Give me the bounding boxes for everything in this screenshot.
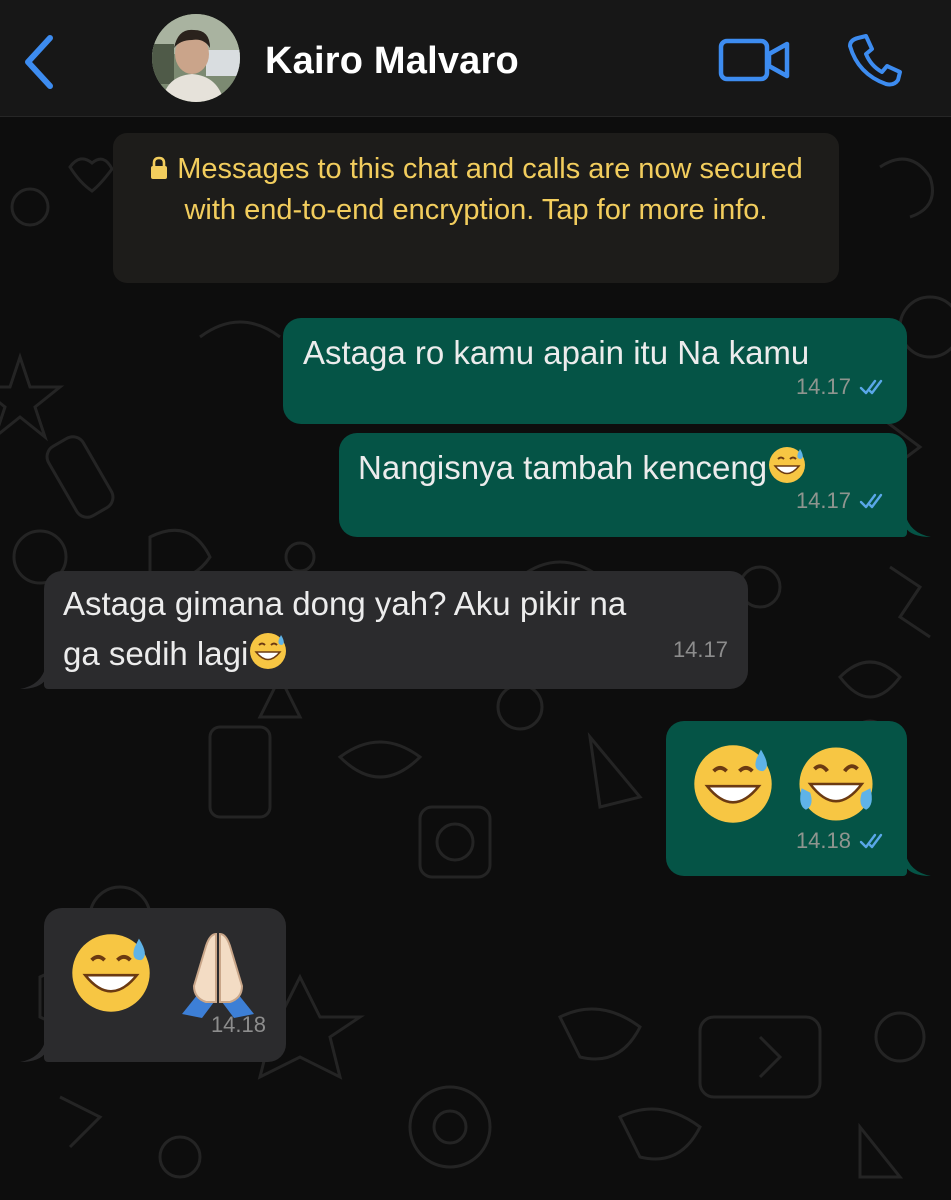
read-receipt-icon bbox=[859, 493, 883, 509]
message-text-body: Nangisnya tambah kenceng bbox=[358, 449, 768, 486]
grinning-face-with-sweat-icon bbox=[72, 934, 150, 1012]
bubble-tail bbox=[20, 1038, 46, 1062]
video-camera-icon bbox=[718, 38, 790, 82]
grinning-face-with-sweat-icon bbox=[694, 745, 772, 823]
message-time: 14.18 bbox=[795, 828, 851, 853]
message-time: 14.17 bbox=[795, 374, 851, 399]
message-bubble-outgoing[interactable]: 14.18 bbox=[666, 721, 907, 876]
encryption-notice-text: Messages to this chat and calls are now … bbox=[177, 153, 803, 226]
chevron-left-icon bbox=[25, 35, 53, 89]
back-button[interactable] bbox=[18, 30, 62, 94]
voice-call-button[interactable] bbox=[844, 32, 904, 88]
message-text-body: ga sedih lagi bbox=[63, 635, 249, 672]
message-bubble-outgoing[interactable]: Nangisnya tambah kenceng 14.17 bbox=[339, 433, 907, 537]
chat-header: Kairo Malvaro bbox=[0, 0, 951, 117]
read-receipt-icon bbox=[859, 833, 883, 849]
bubble-tail bbox=[905, 852, 931, 876]
message-meta: 14.17 bbox=[796, 478, 887, 524]
chat-area[interactable]: Messages to this chat and calls are now … bbox=[0, 117, 951, 1200]
bubble-tail bbox=[905, 513, 931, 537]
face-with-tears-of-joy-icon bbox=[799, 747, 873, 821]
read-receipt-icon bbox=[859, 379, 883, 395]
message-time: 14.17 bbox=[795, 488, 851, 513]
lock-icon bbox=[151, 156, 168, 179]
message-time: 14.17 bbox=[672, 637, 728, 662]
grinning-face-with-sweat-icon bbox=[250, 633, 287, 669]
phone-icon bbox=[848, 34, 902, 87]
bubble-tail bbox=[20, 665, 46, 689]
message-bubble-incoming[interactable]: Astaga gimana dong yah? Aku pikir na ga … bbox=[44, 571, 748, 689]
message-text: Nangisnya tambah kenceng bbox=[358, 445, 807, 491]
encryption-notice[interactable]: Messages to this chat and calls are now … bbox=[113, 133, 839, 283]
message-bubble-outgoing[interactable]: Astaga ro kamu apain itu Na kamu 14.17 bbox=[283, 318, 907, 424]
message-bubble-incoming[interactable]: 14.18 bbox=[44, 908, 286, 1062]
message-meta: 14.18 bbox=[796, 818, 887, 864]
video-call-button[interactable] bbox=[716, 34, 792, 86]
message-text-line: ga sedih lagi bbox=[63, 631, 288, 677]
avatar[interactable] bbox=[152, 14, 240, 102]
contact-name[interactable]: Kairo Malvaro bbox=[265, 40, 519, 83]
message-text-line: Astaga gimana dong yah? Aku pikir na bbox=[63, 585, 627, 622]
message-text: Astaga ro kamu apain itu Na kamu bbox=[303, 334, 810, 371]
message-meta: 14.17 bbox=[796, 364, 887, 410]
message-time: 14.18 bbox=[210, 1012, 266, 1037]
